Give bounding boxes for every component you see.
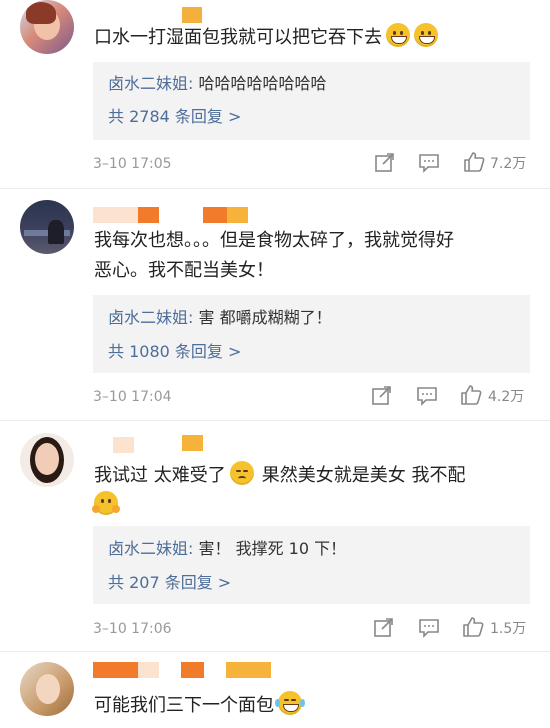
comment-1: 口水一打湿面包我就可以把它吞下去 卤水二妹姐: 哈哈哈哈哈哈哈哈 共 2784 … (0, 0, 550, 190)
comment-text: 可能我们三下一个面包 (94, 691, 534, 721)
comment-icon[interactable] (418, 153, 440, 173)
comment-text: 我试过 太难受了 果然美女就是美女 我不配 (92, 461, 534, 521)
like-icon[interactable] (463, 152, 485, 172)
reply-text: 害！ 我撑死 10 下！ (198, 539, 347, 558)
share-icon[interactable] (371, 386, 393, 406)
avatar[interactable] (20, 0, 74, 54)
laugh-cry-emoji-icon (275, 691, 305, 715)
username-mask (182, 7, 202, 23)
username-mask (113, 437, 134, 453)
reply-box[interactable]: 卤水二妹姐: 害 都嚼成糊糊了！ 共 1080 条回复 > (93, 295, 530, 373)
like-icon[interactable] (460, 385, 482, 405)
timestamp: 3–10 17:06 (93, 621, 172, 637)
comment-icon[interactable] (418, 618, 440, 638)
divider (0, 188, 550, 189)
reply-text: 害 都嚼成糊糊了！ (198, 308, 332, 327)
share-icon[interactable] (374, 153, 396, 173)
reply-author[interactable]: 卤水二妹姐: (108, 539, 193, 558)
comment-text: 口水一打湿面包我就可以把它吞下去 (94, 23, 534, 53)
timestamp: 3–10 17:04 (93, 389, 172, 405)
timestamp: 3–10 17:05 (93, 156, 172, 172)
username-mask (226, 662, 271, 678)
avatar[interactable] (20, 662, 74, 716)
like-count: 7.2万 (490, 156, 527, 172)
grin-emoji-icon (386, 23, 410, 47)
share-icon[interactable] (373, 618, 395, 638)
username-mask (93, 662, 138, 678)
comment-text: 我每次也想。。。但是食物太碎了，我就觉得好 恶心。我不配当美女！ (94, 230, 454, 281)
comment-4: 可能我们三下一个面包 (0, 652, 550, 728)
persevere-emoji-icon (229, 461, 254, 485)
username-mask (181, 662, 204, 678)
username-mask (203, 207, 227, 223)
avatar[interactable] (20, 433, 74, 487)
comment-2: 我每次也想。。。但是食物太碎了，我就觉得好 恶心。我不配当美女！ 卤水二妹姐: … (0, 190, 550, 420)
reply-box[interactable]: 卤水二妹姐: 哈哈哈哈哈哈哈哈 共 2784 条回复 > (93, 62, 530, 140)
reply-count-link[interactable]: 共 2784 条回复 > (108, 105, 241, 129)
comment-icon[interactable] (416, 386, 438, 406)
comment-3: 我试过 太难受了 果然美女就是美女 我不配 卤水二妹姐: 害！ 我撑死 10 下！… (0, 421, 550, 651)
username-mask (138, 207, 159, 223)
reply-text: 哈哈哈哈哈哈哈哈 (198, 74, 327, 93)
username-mask (93, 207, 138, 223)
grin-emoji-icon (414, 23, 438, 47)
reply-author[interactable]: 卤水二妹姐: (108, 74, 193, 93)
like-count: 1.5万 (490, 621, 527, 637)
avatar[interactable] (20, 200, 74, 254)
reply-count-link[interactable]: 共 1080 条回复 > (108, 340, 241, 364)
like-icon[interactable] (462, 617, 484, 637)
username-mask (182, 435, 203, 451)
like-count: 4.2万 (488, 389, 525, 405)
reply-author[interactable]: 卤水二妹姐: (108, 308, 193, 327)
reply-count-link[interactable]: 共 207 条回复 > (108, 571, 231, 595)
username-mask (138, 662, 159, 678)
hug-emoji-icon (92, 491, 120, 515)
username-mask (227, 207, 248, 223)
reply-box[interactable]: 卤水二妹姐: 害！ 我撑死 10 下！ 共 207 条回复 > (93, 526, 530, 604)
